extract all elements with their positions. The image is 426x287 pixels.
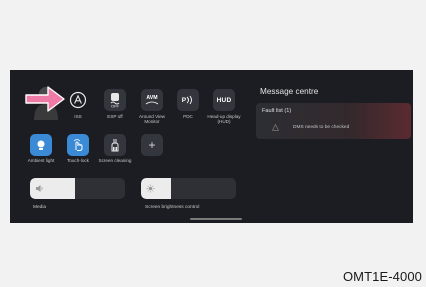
brightness-icon [146, 184, 155, 193]
pdc-button[interactable]: P [177, 89, 199, 111]
screen-cleaning-button[interactable] [104, 134, 126, 156]
esp-off-label: ESP off [107, 114, 123, 119]
touch-lock-hand-icon [73, 139, 83, 151]
pdc-label: PDC [183, 114, 193, 119]
hud-icon: HUD [216, 96, 232, 104]
add-tile-button[interactable]: + [141, 134, 163, 156]
iss-a-circle-icon [69, 91, 87, 109]
touch-lock-label: Touch-lock [67, 158, 89, 163]
esp-off-car-icon: OFF [110, 93, 120, 109]
iss-button[interactable] [67, 89, 89, 111]
hud-label: Head-up display (HUD) [207, 114, 241, 125]
avm-button[interactable]: AVM [141, 89, 163, 111]
figure-code: OMT1E-4000 [342, 269, 422, 284]
volume-icon [36, 185, 43, 192]
media-slider-label: Media [33, 205, 47, 210]
ambient-light-icon [37, 140, 45, 150]
media-volume-slider[interactable] [30, 178, 125, 199]
esp-off-button[interactable]: OFF [104, 89, 126, 111]
fault-list-header: Fault list (1) [262, 108, 292, 114]
warning-icon [272, 124, 279, 131]
fault-item-text: DMS needs to be checked [293, 125, 350, 130]
hud-button[interactable]: HUD [213, 89, 235, 111]
avm-label: Around View Monitor [139, 114, 165, 125]
message-centre-title: Message centre [260, 87, 319, 96]
screen-brightness-label: Screen brightness control [145, 205, 200, 210]
pointer-arrow-icon [25, 86, 65, 112]
avm-underline [145, 101, 159, 105]
touch-lock-button[interactable] [67, 134, 89, 156]
home-indicator-bar[interactable] [190, 218, 242, 220]
screen-cleaning-label: Screen cleaning [98, 158, 132, 163]
screen-cleaning-icon [111, 139, 119, 152]
svg-text:OFF: OFF [111, 104, 120, 109]
ambient-light-button[interactable] [30, 134, 52, 156]
ambient-light-label: Ambient light [27, 158, 55, 163]
pdc-wave-icon [186, 95, 193, 105]
screen-brightness-slider[interactable] [141, 178, 236, 199]
plus-icon: + [148, 138, 156, 152]
